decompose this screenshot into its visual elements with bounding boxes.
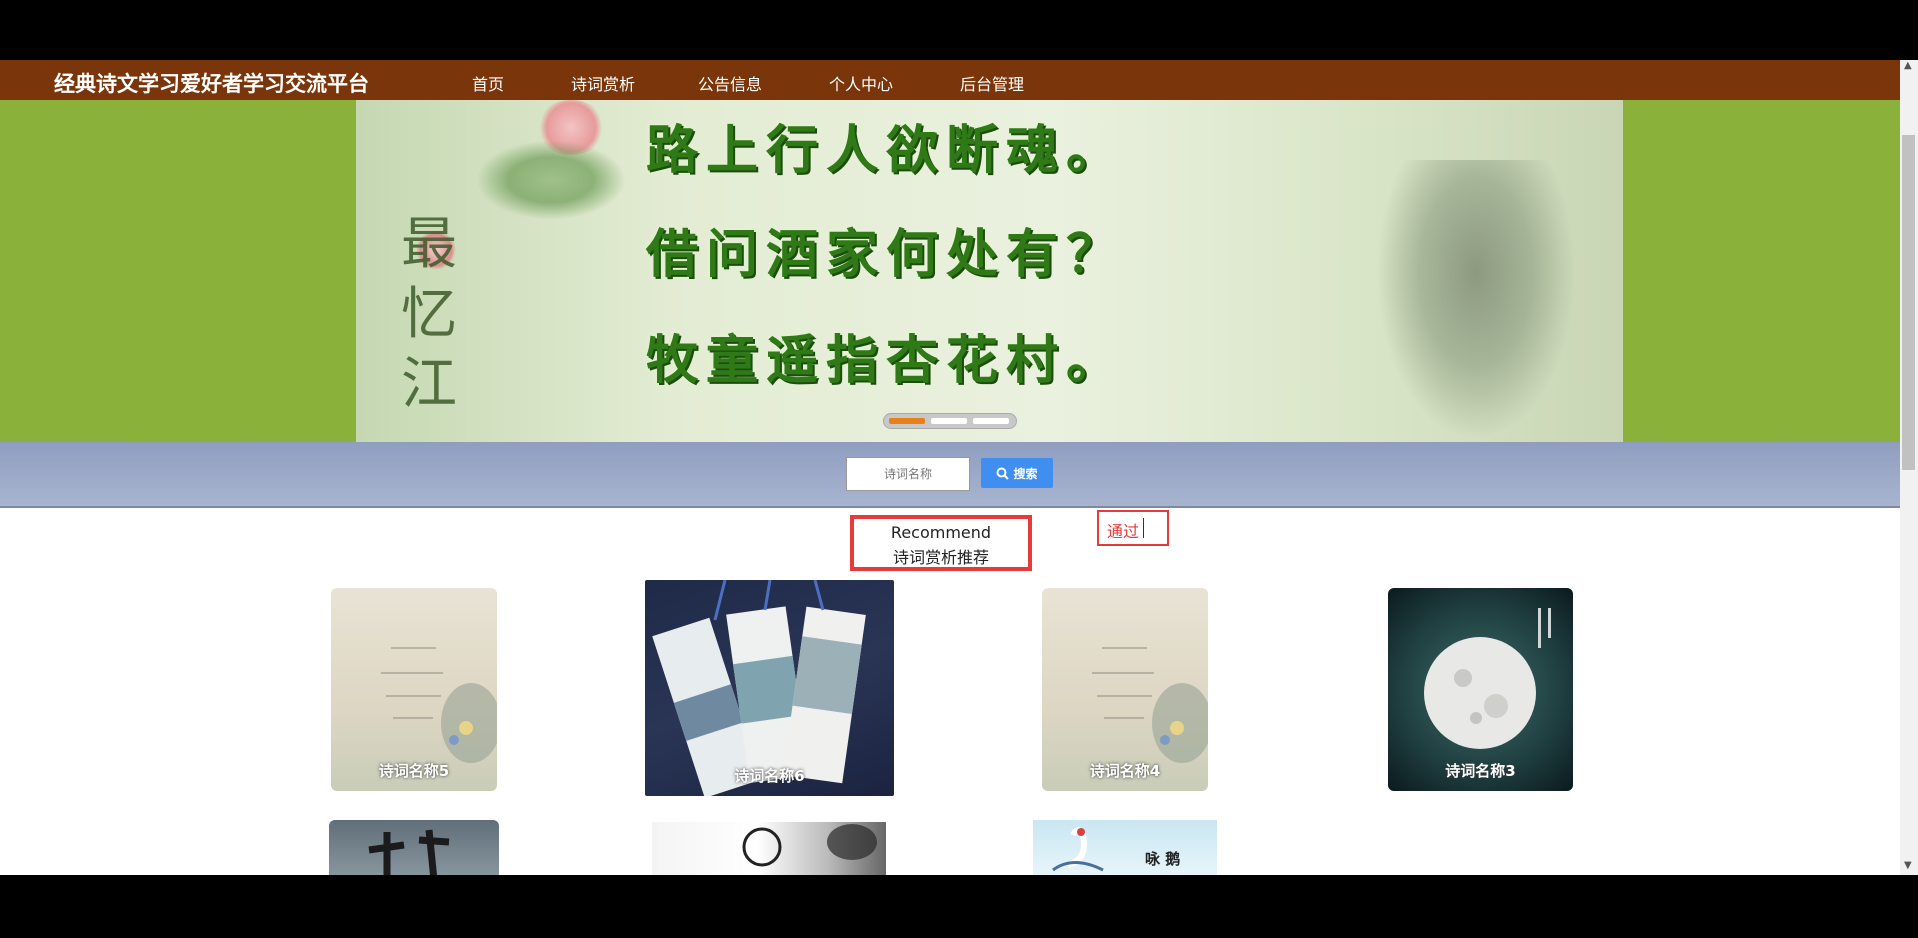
recommend-title-cn: 诗词赏析推荐 <box>892 548 989 567</box>
carousel-dot-2[interactable] <box>931 418 967 424</box>
leaf-decoration <box>476 140 626 220</box>
nav-item-profile[interactable]: 个人中心 <box>829 71 893 95</box>
browser-viewport: 经典诗文学习爱好者学习交流平台 首页 诗词赏析 公告信息 个人中心 后台管理 最… <box>0 60 1918 875</box>
poem-line-1: 路上行人欲断魂。 <box>646 120 1127 181</box>
poet-figure <box>1376 160 1576 440</box>
poem-card[interactable]: 诗词名称5 <box>331 588 497 791</box>
nav-item-admin[interactable]: 后台管理 <box>960 71 1024 95</box>
top-navbar: 经典诗文学习爱好者学习交流平台 首页 诗词赏析 公告信息 个人中心 后台管理 <box>0 60 1900 100</box>
search-icon <box>996 467 1010 480</box>
card-caption: 诗词名称5 <box>378 762 450 780</box>
poem-card[interactable]: 咏 鹅 <box>1033 820 1217 875</box>
text-cursor <box>1143 518 1144 538</box>
text-edit-box[interactable]: 通过 <box>1097 510 1169 546</box>
vertical-scrollbar[interactable]: ▲ ▼ <box>1900 60 1918 875</box>
calligraphy-icon <box>368 829 450 875</box>
poem-card[interactable] <box>652 822 886 875</box>
search-button-label: 搜索 <box>1013 466 1038 481</box>
poem-card[interactable]: 诗词名称3 <box>1388 588 1573 791</box>
poem-card[interactable]: 诗词名称6 <box>645 580 894 796</box>
search-input[interactable] <box>846 457 970 491</box>
card-caption: 诗词名称4 <box>1089 762 1161 780</box>
card-caption: 咏 鹅 <box>1145 850 1181 868</box>
calligraphy-text: 最忆江 <box>401 212 457 417</box>
scroll-down-icon[interactable]: ▼ <box>1904 860 1912 871</box>
nav-item-poetry[interactable]: 诗词赏析 <box>571 71 635 95</box>
edit-text: 通过 <box>1107 522 1140 541</box>
carousel-indicator <box>883 413 1017 429</box>
recommend-title-en: Recommend <box>890 523 992 542</box>
poem-card[interactable]: 诗词名称4 <box>1042 588 1208 791</box>
poem-line-3: 牧童遥指杏花村。 <box>646 330 1127 391</box>
ink-wash-icon <box>742 824 877 867</box>
card-caption: 诗词名称3 <box>1445 762 1516 780</box>
banner-image[interactable]: 最忆江 路上行人欲断魂。 借问酒家何处有？ 牧童遥指杏花村。 <box>356 100 1623 442</box>
carousel-dot-3[interactable] <box>973 418 1009 424</box>
bookmarks-icon <box>652 580 866 796</box>
nav-item-announcements[interactable]: 公告信息 <box>698 71 762 95</box>
nav-item-home[interactable]: 首页 <box>472 71 504 95</box>
site-title: 经典诗文学习爱好者学习交流平台 <box>54 72 369 96</box>
scrollbar-thumb[interactable] <box>1902 135 1915 470</box>
recommend-heading: Recommend 诗词赏析推荐 <box>850 515 1032 571</box>
goose-icon <box>1052 827 1104 872</box>
banner-carousel: 最忆江 路上行人欲断魂。 借问酒家何处有？ 牧童遥指杏花村。 <box>0 100 1900 442</box>
carousel-dot-1[interactable] <box>889 418 925 424</box>
search-button[interactable]: 搜索 <box>981 458 1053 488</box>
scroll-up-icon[interactable]: ▲ <box>1904 60 1912 71</box>
search-bar: 搜索 <box>0 442 1900 508</box>
card-caption: 诗词名称6 <box>734 767 805 785</box>
poem-line-2: 借问酒家何处有？ <box>646 224 1127 285</box>
poem-card[interactable] <box>329 820 499 875</box>
